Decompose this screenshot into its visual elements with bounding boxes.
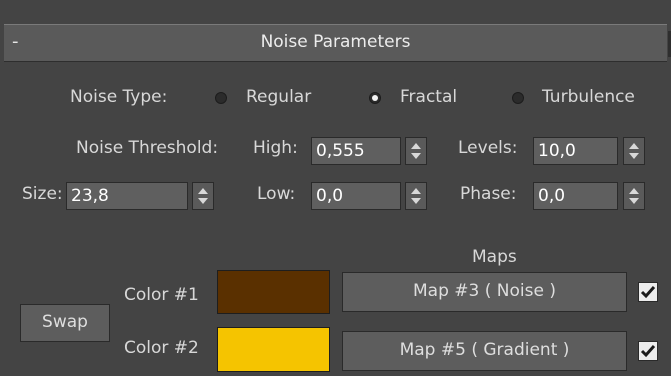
color1-label: Color #1: [124, 285, 199, 305]
radio-regular[interactable]: [215, 92, 227, 104]
low-spinner-icon[interactable]: [405, 182, 427, 210]
radio-turbulence[interactable]: [512, 92, 524, 104]
top-strip: [0, 0, 671, 24]
color1-map-checkbox[interactable]: [638, 282, 658, 302]
size-label: Size:: [22, 184, 63, 204]
rollout-header[interactable]: - Noise Parameters: [4, 24, 671, 62]
phase-spinner-icon[interactable]: [623, 182, 645, 210]
color2-map-button[interactable]: Map #5 ( Gradient ): [342, 331, 627, 371]
color2-map-checkbox[interactable]: [638, 341, 658, 361]
low-label: Low:: [257, 184, 296, 204]
low-input[interactable]: 0,0: [311, 182, 401, 210]
high-input[interactable]: 0,555: [311, 137, 401, 165]
noise-threshold-label: Noise Threshold:: [76, 138, 219, 158]
radio-turbulence-label[interactable]: Turbulence: [542, 87, 635, 107]
checkmark-icon: [640, 345, 656, 358]
radio-fractal[interactable]: [369, 92, 381, 104]
maps-header: Maps: [472, 247, 517, 267]
high-label: High:: [253, 138, 298, 158]
levels-label: Levels:: [458, 138, 518, 158]
levels-spinner-icon[interactable]: [623, 137, 645, 165]
size-input[interactable]: 23,8: [66, 182, 188, 210]
noise-type-label: Noise Type:: [70, 87, 168, 107]
checkmark-icon: [640, 286, 656, 299]
swap-button[interactable]: Swap: [20, 304, 110, 342]
color2-label: Color #2: [124, 338, 199, 358]
color2-swatch[interactable]: [217, 327, 330, 372]
color1-map-button[interactable]: Map #3 ( Noise ): [342, 272, 627, 312]
color1-swatch[interactable]: [217, 270, 330, 314]
rollout-title: Noise Parameters: [260, 32, 411, 52]
radio-regular-label[interactable]: Regular: [246, 87, 311, 107]
radio-fractal-label[interactable]: Fractal: [400, 87, 457, 107]
levels-input[interactable]: 10,0: [533, 137, 618, 165]
phase-label: Phase:: [460, 184, 517, 204]
high-spinner-icon[interactable]: [405, 137, 427, 165]
phase-input[interactable]: 0,0: [533, 182, 618, 210]
size-spinner-icon[interactable]: [192, 182, 214, 210]
